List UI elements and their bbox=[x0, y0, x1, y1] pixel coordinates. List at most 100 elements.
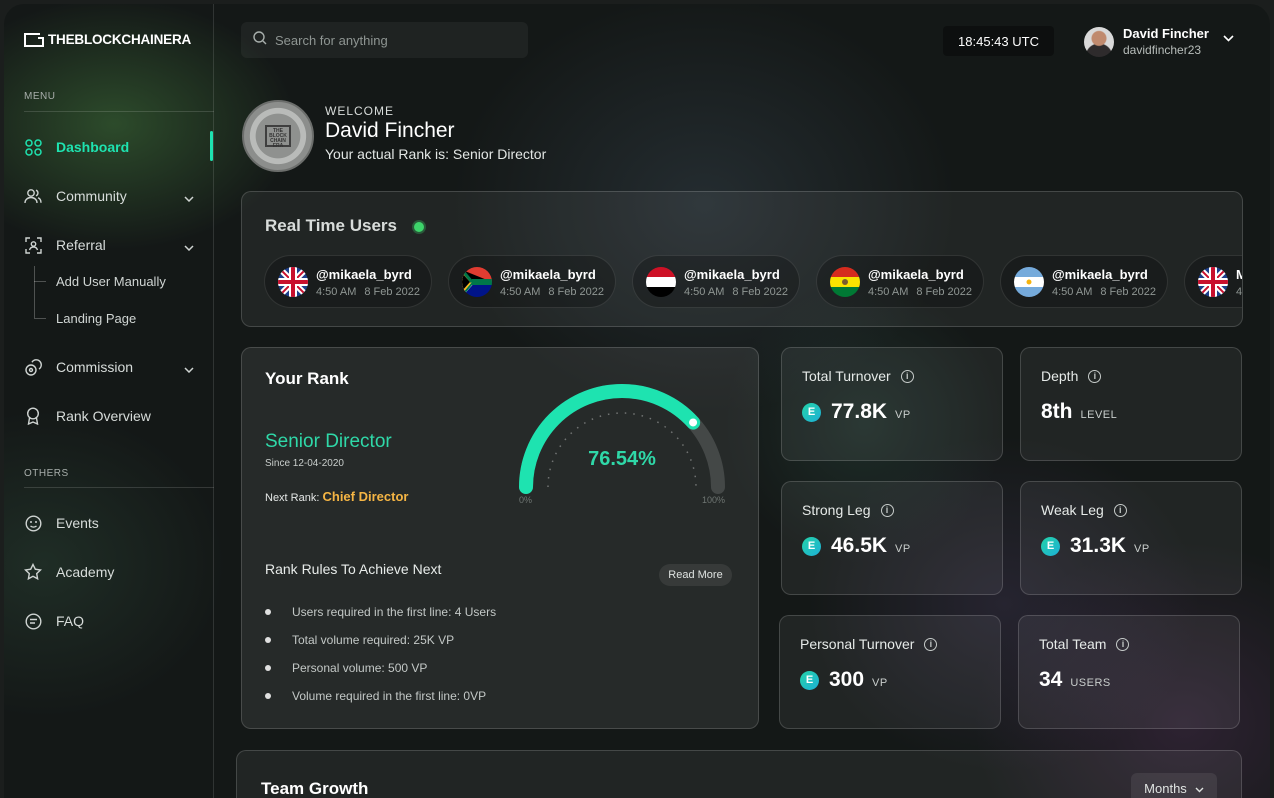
events-icon bbox=[24, 514, 42, 532]
coins-icon bbox=[24, 358, 42, 376]
strong-leg-card: Strong Leg i E 46.5K VP bbox=[781, 481, 1003, 595]
rank-since: Since 12-04-2020 bbox=[265, 458, 344, 469]
user-pill[interactable]: @mikaela_byrd 4:50 AM 8 Feb 2022 bbox=[448, 255, 616, 308]
total-turnover-card: Total Turnover i E 77.8K VP bbox=[781, 347, 1003, 461]
user-pill[interactable]: @mikaela_byrd 4:50 AM 8 Feb 2022 bbox=[1000, 255, 1168, 308]
user-handle: @mikaela_byrd bbox=[316, 267, 412, 282]
sidebar-item-label: Rank Overview bbox=[56, 408, 151, 424]
next-rank: Next Rank: Chief Director bbox=[265, 489, 409, 504]
user-handle: @mikaela_byrd bbox=[684, 267, 780, 282]
user-handle: @mikaela_byrd bbox=[1052, 267, 1148, 282]
progress-value: 76.54% bbox=[588, 448, 656, 470]
sidebar-item-label: Community bbox=[56, 188, 127, 204]
sidebar-item-events[interactable]: Events bbox=[24, 511, 204, 535]
sidebar-item-label: Commission bbox=[56, 359, 134, 375]
sidebar-subitem-add-user[interactable]: Add User Manually bbox=[56, 274, 166, 289]
stat-label: Personal Turnover i bbox=[800, 636, 938, 652]
sidebar-item-label: Academy bbox=[56, 564, 115, 580]
user-menu[interactable]: David Fincher davidfincher23 bbox=[1084, 26, 1234, 57]
coin-icon: E bbox=[1041, 536, 1060, 556]
grid-icon bbox=[24, 138, 42, 156]
chevron-down-icon[interactable] bbox=[1223, 29, 1234, 47]
sidebar-item-referral[interactable]: Referral bbox=[24, 233, 204, 257]
info-icon[interactable]: i bbox=[924, 637, 938, 651]
gauge-min-label: 0% bbox=[519, 495, 533, 505]
star-icon bbox=[24, 563, 42, 581]
total-team-card: Total Team i 34 USERS bbox=[1018, 615, 1240, 729]
stat-value: E 31.3K VP bbox=[1041, 534, 1150, 558]
read-more-button[interactable]: Read More bbox=[659, 564, 732, 586]
sidebar-item-dashboard[interactable]: Dashboard bbox=[24, 135, 204, 159]
app-window: THEBLOCKCHAINERA MENU Dashboard Communit… bbox=[4, 4, 1270, 798]
rank-rule-item: Volume required in the first line: 0VP bbox=[265, 689, 486, 703]
stat-label: Strong Leg i bbox=[802, 502, 894, 518]
info-icon[interactable]: i bbox=[1113, 503, 1127, 517]
info-icon[interactable]: i bbox=[900, 369, 914, 383]
brand-logo[interactable]: THEBLOCKCHAINERA bbox=[24, 32, 191, 47]
rank-badge-icon: THE BLOCK CHAIN ERA bbox=[242, 100, 314, 172]
period-label: Months bbox=[1144, 780, 1187, 796]
user-time: 4:50 AM 8 Feb 2022 bbox=[684, 286, 789, 298]
chevron-down-icon bbox=[184, 360, 194, 376]
personal-turnover-card: Personal Turnover i E 300 VP bbox=[779, 615, 1001, 729]
rank-rule-item: Personal volume: 500 VP bbox=[265, 661, 427, 675]
sidebar-item-community[interactable]: Community bbox=[24, 184, 204, 208]
user-pill[interactable]: @mikaela_byrd 4:50 AM 8 Feb 2022 bbox=[816, 255, 984, 308]
referral-icon bbox=[24, 236, 42, 254]
sidebar: THEBLOCKCHAINERA MENU Dashboard Communit… bbox=[4, 4, 214, 798]
user-time: 4:50 AM 8 Feb 2022 bbox=[500, 286, 605, 298]
your-rank-card: Your Rank Senior Director Since 12-04-20… bbox=[241, 347, 759, 729]
user-time: 4:50 AM 8 Feb 2022 bbox=[868, 286, 973, 298]
rank-rule-item: Total volume required: 25K VP bbox=[265, 633, 454, 647]
info-icon[interactable]: i bbox=[1088, 369, 1102, 383]
user-handle: @mikaela_byrd bbox=[500, 267, 596, 282]
submenu-line bbox=[34, 266, 35, 318]
search-bar[interactable] bbox=[241, 22, 528, 58]
welcome-label: WELCOME bbox=[325, 104, 395, 118]
live-indicator-icon bbox=[414, 222, 424, 232]
submenu-tick bbox=[34, 318, 46, 319]
stat-label: Weak Leg i bbox=[1041, 502, 1127, 518]
stat-value: E 77.8K VP bbox=[802, 400, 911, 424]
search-icon bbox=[253, 30, 267, 50]
badge-text: THE BLOCK CHAIN ERA bbox=[265, 125, 291, 149]
card-title: Real Time Users bbox=[265, 216, 397, 235]
user-time: 4:50 AM 8 Feb 2022 bbox=[1052, 286, 1157, 298]
stat-label: Total Turnover i bbox=[802, 368, 914, 384]
info-icon[interactable]: i bbox=[880, 503, 894, 517]
user-pill[interactable]: M 4: bbox=[1184, 255, 1243, 308]
menu-divider bbox=[24, 111, 214, 112]
others-section-label: OTHERS bbox=[24, 468, 69, 479]
user-name: David Fincher bbox=[1123, 26, 1209, 41]
sidebar-item-academy[interactable]: Academy bbox=[24, 560, 204, 584]
sidebar-subitem-landing-page[interactable]: Landing Page bbox=[56, 311, 136, 326]
current-rank: Senior Director bbox=[265, 431, 392, 452]
info-icon[interactable]: i bbox=[1116, 637, 1130, 651]
depth-card: Depth i 8th LEVEL bbox=[1020, 347, 1242, 461]
others-divider bbox=[24, 487, 214, 488]
rank-rules-title: Rank Rules To Achieve Next bbox=[265, 561, 442, 577]
user-pill[interactable]: @mikaela_byrd 4:50 AM 8 Feb 2022 bbox=[632, 255, 800, 308]
user-handle: @mikaela_byrd bbox=[868, 267, 964, 282]
user-handle: davidfincher23 bbox=[1123, 43, 1202, 57]
user-time: 4: bbox=[1236, 286, 1243, 298]
stat-value: 8th LEVEL bbox=[1041, 400, 1118, 423]
stat-label: Depth i bbox=[1041, 368, 1102, 384]
user-pill[interactable]: @mikaela_byrd 4:50 AM 8 Feb 2022 bbox=[264, 255, 432, 308]
coin-icon: E bbox=[800, 670, 819, 690]
sidebar-item-commission[interactable]: Commission bbox=[24, 355, 204, 379]
period-dropdown[interactable]: Months bbox=[1131, 773, 1217, 798]
stat-value: E 300 VP bbox=[800, 668, 888, 692]
sidebar-item-faq[interactable]: FAQ bbox=[24, 609, 204, 633]
chevron-down-icon bbox=[184, 189, 194, 205]
za-flag-icon bbox=[462, 267, 492, 297]
sidebar-item-label: FAQ bbox=[56, 613, 85, 629]
real-time-users-card: Real Time Users @mikaela_byrd 4:50 AM 8 F… bbox=[241, 191, 1243, 327]
sidebar-item-label: Events bbox=[56, 515, 99, 531]
search-input[interactable] bbox=[275, 32, 505, 48]
ye-flag-icon bbox=[646, 267, 676, 297]
uk-flag-icon bbox=[278, 267, 308, 297]
users-icon bbox=[24, 187, 42, 205]
sidebar-item-rank-overview[interactable]: Rank Overview bbox=[24, 404, 204, 428]
user-handle: M bbox=[1236, 267, 1242, 282]
